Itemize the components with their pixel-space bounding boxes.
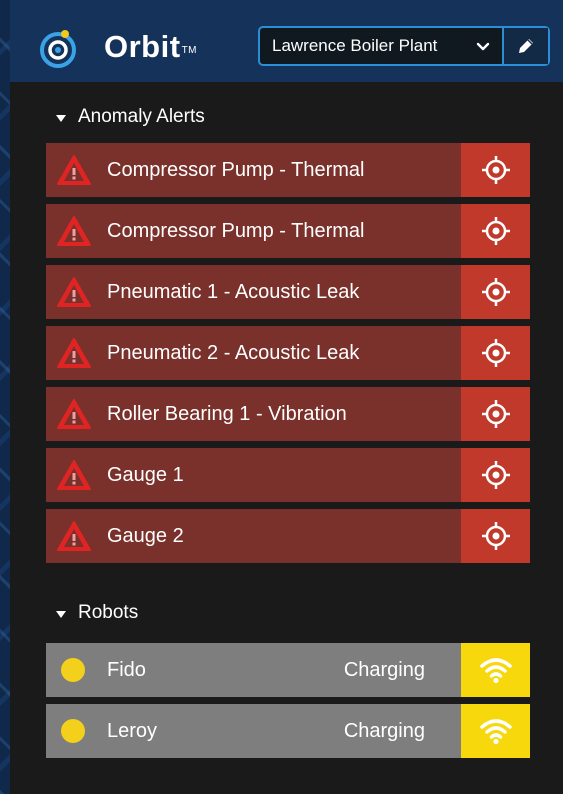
crosshair-icon [481, 461, 510, 489]
brand-name: OrbitTM [104, 29, 198, 64]
warning-icon [57, 338, 91, 368]
alert-label: Gauge 2 [107, 524, 184, 547]
crosshair-icon [481, 339, 510, 367]
warning-icon [57, 460, 91, 490]
collapse-triangle-icon [56, 115, 66, 122]
section-title: Robots [78, 602, 139, 623]
edit-site-button[interactable] [502, 28, 548, 64]
locate-button[interactable] [461, 509, 530, 563]
warning-icon [57, 216, 91, 246]
robot-name: Leroy [107, 719, 158, 742]
section-title: Anomaly Alerts [78, 106, 205, 127]
alert-row[interactable]: Roller Bearing 1 - Vibration [46, 387, 530, 441]
alert-row[interactable]: Compressor Pump - Thermal [46, 143, 530, 197]
crosshair-icon [481, 156, 510, 184]
collapse-triangle-icon [56, 611, 66, 618]
robots-header[interactable]: Robots [56, 602, 138, 624]
locate-button[interactable] [461, 265, 530, 319]
locate-button[interactable] [461, 204, 530, 258]
anomaly-alerts-header[interactable]: Anomaly Alerts [56, 106, 205, 128]
robot-status-dot [61, 658, 85, 682]
crosshair-icon [481, 400, 510, 428]
robot-row[interactable]: Leroy Charging [46, 704, 530, 758]
locate-button[interactable] [461, 326, 530, 380]
warning-icon [57, 277, 91, 307]
locate-button[interactable] [461, 448, 530, 502]
site-dropdown[interactable]: Lawrence Boiler Plant [260, 28, 502, 64]
alert-row[interactable]: Pneumatic 1 - Acoustic Leak [46, 265, 530, 319]
alert-label: Pneumatic 2 - Acoustic Leak [107, 341, 360, 364]
pencil-icon [519, 39, 533, 53]
alert-label: Gauge 1 [107, 463, 184, 486]
robot-connect-button[interactable] [461, 704, 530, 758]
warning-icon [57, 155, 91, 185]
site-selector: Lawrence Boiler Plant [258, 26, 550, 66]
alert-row[interactable]: Gauge 2 [46, 509, 530, 563]
crosshair-icon [481, 278, 510, 306]
robot-status: Charging [343, 719, 425, 742]
site-name: Lawrence Boiler Plant [272, 36, 438, 55]
alert-label: Compressor Pump - Thermal [107, 219, 365, 242]
crosshair-icon [481, 522, 510, 550]
alert-label: Compressor Pump - Thermal [107, 158, 365, 181]
alert-label: Roller Bearing 1 - Vibration [107, 402, 347, 425]
locate-button[interactable] [461, 143, 530, 197]
robot-row[interactable]: Fido Charging [46, 643, 530, 697]
crosshair-icon [481, 217, 510, 245]
chevron-down-icon [476, 42, 490, 51]
alert-row[interactable]: Compressor Pump - Thermal [46, 204, 530, 258]
warning-icon [57, 399, 91, 429]
warning-icon [57, 521, 91, 551]
robot-connect-button[interactable] [461, 643, 530, 697]
locate-button[interactable] [461, 387, 530, 441]
alert-row[interactable]: Pneumatic 2 - Acoustic Leak [46, 326, 530, 380]
alert-label: Pneumatic 1 - Acoustic Leak [107, 280, 360, 303]
robot-status-dot [61, 719, 85, 743]
robot-status: Charging [343, 658, 425, 681]
orbit-logo-icon [40, 30, 76, 68]
wifi-icon [479, 719, 512, 745]
alert-row[interactable]: Gauge 1 [46, 448, 530, 502]
robot-name: Fido [107, 658, 146, 681]
wifi-icon [479, 658, 512, 684]
